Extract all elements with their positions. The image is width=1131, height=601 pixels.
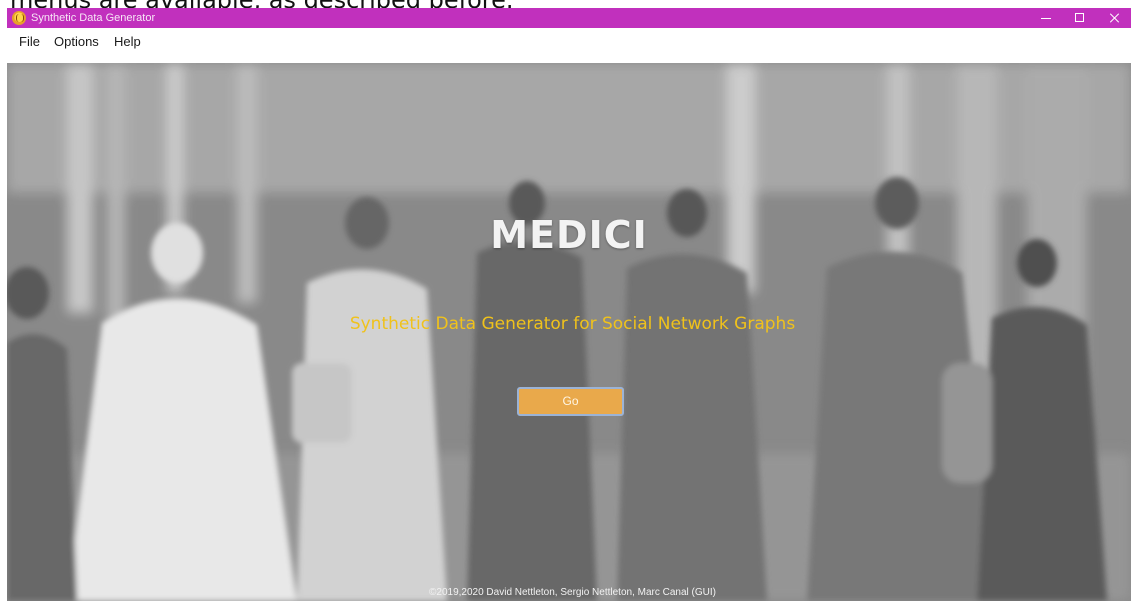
app-icon (12, 11, 26, 25)
copyright-footer: ©2019,2020 David Nettleton, Sergio Nettl… (429, 587, 716, 598)
hero-background-panel: MEDICI Synthetic Data Generator for Soci… (7, 63, 1131, 601)
menu-options[interactable]: Options (54, 34, 99, 50)
menu-bar: File Options Help (7, 28, 1131, 58)
app-title-heading: MEDICI (490, 213, 648, 257)
go-button[interactable]: Go (517, 387, 624, 416)
app-subtitle: Synthetic Data Generator for Social Netw… (349, 314, 796, 334)
maximize-button[interactable] (1063, 8, 1097, 28)
minimize-button[interactable] (1029, 8, 1063, 28)
window-titlebar[interactable]: Synthetic Data Generator (7, 8, 1131, 28)
close-button[interactable] (1097, 8, 1131, 28)
menu-file[interactable]: File (19, 34, 40, 50)
window-title: Synthetic Data Generator (31, 12, 156, 24)
maximize-icon (1075, 13, 1084, 22)
minimize-icon (1041, 18, 1051, 19)
menu-help[interactable]: Help (114, 34, 141, 50)
